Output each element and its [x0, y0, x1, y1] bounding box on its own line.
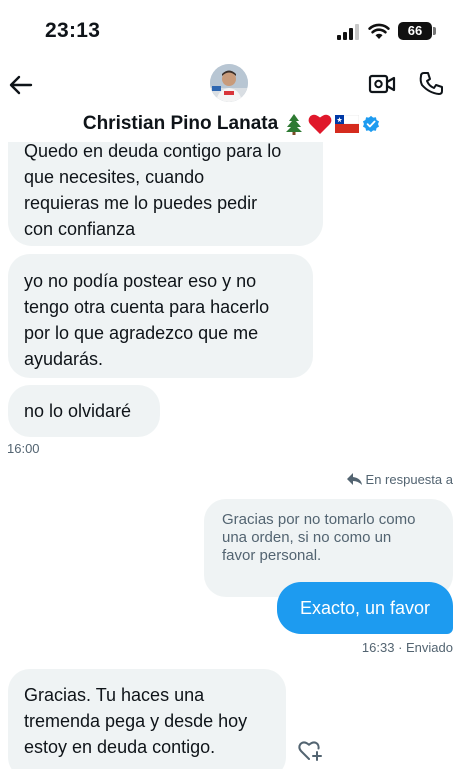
verified-badge-icon: [363, 115, 380, 133]
message-line: por lo que agradezco que me: [24, 323, 259, 343]
message-bubble-incoming[interactable]: no lo olvidaré: [8, 385, 160, 437]
message-line: no lo olvidaré: [24, 401, 132, 421]
message-line: ayudarás.: [24, 349, 104, 369]
quoted-line: una orden, si no como un: [222, 529, 392, 546]
battery-tip: [433, 27, 436, 35]
message-thread[interactable]: Quedo en deuda contigo para lo que neces…: [0, 142, 463, 769]
tree-emoji-icon: [286, 114, 303, 135]
status-time: 23:13: [45, 19, 101, 42]
battery-icon: 66: [398, 22, 432, 40]
message-line: yo no podía postear eso y no: [24, 271, 257, 291]
avatar-image: [210, 64, 248, 102]
status-bar: 23:13 66: [0, 0, 463, 60]
phone-icon[interactable]: [418, 70, 444, 96]
message-line: tengo otra cuenta para hacerlo: [24, 297, 270, 317]
battery-level: 66: [407, 23, 423, 38]
reply-arrow-icon: [346, 473, 362, 485]
message-bubble-outgoing[interactable]: Exacto, un favor: [277, 582, 453, 634]
message-text: Exacto, un favor: [299, 598, 431, 618]
message-line: tremenda pega y desde hoy: [24, 711, 248, 731]
avatar[interactable]: [210, 64, 248, 102]
contact-name: Christian Pino Lanata: [82, 113, 279, 134]
conversation-header: Christian Pino Lanata: [0, 60, 463, 142]
message-timestamp: 16:00: [7, 441, 40, 456]
message-bubble-incoming[interactable]: Quedo en deuda contigo para lo que neces…: [8, 142, 323, 246]
reply-reference[interactable]: En respuesta a: [346, 472, 453, 487]
message-bubble-incoming[interactable]: yo no podía postear eso y no tengo otra …: [8, 254, 313, 378]
video-camera-icon[interactable]: [368, 72, 396, 96]
sent-status: 16:33 · Enviado: [361, 640, 453, 655]
quoted-line: favor personal.: [222, 547, 322, 564]
message-line: requieras me lo puedes pedir: [24, 193, 258, 213]
chile-flag-icon: [335, 115, 360, 133]
message-line: Gracias. Tu haces una: [24, 685, 205, 705]
message-bubble-incoming[interactable]: Gracias. Tu haces una tremenda pega y de…: [8, 669, 286, 769]
name-emojis: [283, 113, 380, 135]
heart-emoji-icon: [308, 114, 332, 134]
back-arrow-icon[interactable]: [8, 72, 34, 98]
signal-icon: [337, 24, 359, 40]
message-line: que necesites, cuando: [24, 167, 205, 187]
message-line: con confianza: [24, 219, 136, 239]
add-reaction-heart-icon[interactable]: [298, 738, 324, 762]
message-line: Quedo en deuda contigo para lo: [24, 142, 282, 161]
reply-label: En respuesta a: [365, 472, 453, 487]
message-line: estoy en deuda contigo.: [24, 737, 216, 757]
quoted-line: Gracias por no tomarlo como: [222, 511, 416, 528]
wifi-icon: [368, 23, 390, 39]
contact-name-row[interactable]: Christian Pino Lanata: [0, 110, 463, 138]
